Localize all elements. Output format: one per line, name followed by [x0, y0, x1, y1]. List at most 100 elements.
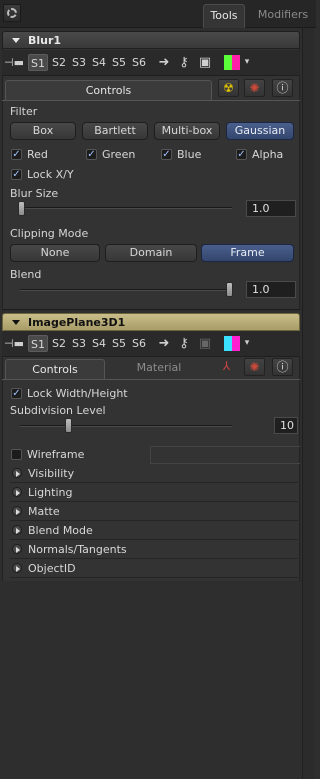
clipping-mode-label: Clipping Mode	[10, 227, 89, 240]
expand-arrow-icon	[12, 525, 22, 535]
slot-s1[interactable]: S1	[28, 335, 48, 352]
expand-arrow-icon	[12, 487, 22, 497]
alpha-checkbox[interactable]: ✓	[236, 149, 247, 160]
clipping-none-button[interactable]: None	[10, 244, 100, 262]
imageplane-panel-title: ImagePlane3D1	[28, 316, 126, 329]
group-visibility[interactable]: Visibility	[10, 465, 298, 483]
subdivision-slider[interactable]	[20, 425, 232, 427]
collapse-triangle-icon[interactable]	[12, 37, 20, 43]
imageplane-panel-header[interactable]: ImagePlane3D1	[2, 313, 300, 331]
tools-settings-icon[interactable]	[3, 4, 21, 22]
slot-s5[interactable]: S5	[110, 54, 128, 71]
group-objectid[interactable]: ObjectID	[10, 560, 298, 578]
lock-width-height-checkbox[interactable]: ✓	[11, 388, 22, 399]
slot-s4[interactable]: S4	[90, 335, 108, 352]
group-matte[interactable]: Matte	[10, 503, 298, 521]
chevron-down-icon[interactable]: ▾	[242, 335, 252, 352]
group-label: Blend Mode	[28, 524, 93, 537]
red-checkbox[interactable]: ✓	[11, 149, 22, 160]
right-scrollbar[interactable]	[302, 28, 314, 779]
blend-value[interactable]: 1.0	[246, 281, 296, 298]
pin-icon[interactable]: ⊣▬	[4, 338, 24, 349]
tab-tools[interactable]: Tools	[203, 4, 245, 28]
slot-s4[interactable]: S4	[90, 54, 108, 71]
lock-xy-label: Lock X/Y	[27, 168, 74, 181]
slot-s3[interactable]: S3	[70, 54, 88, 71]
arrow-right-icon[interactable]: ➜	[156, 54, 172, 71]
filter-multibox-button[interactable]: Multi-box	[154, 122, 220, 140]
clipping-frame-button[interactable]: Frame	[201, 244, 294, 262]
collapse-triangle-icon[interactable]	[12, 319, 20, 325]
key-icon[interactable]: ⚷	[176, 54, 192, 71]
blur-size-slider-thumb[interactable]	[18, 201, 25, 216]
wireframe-label: Wireframe	[27, 448, 85, 461]
subdivision-slider-thumb[interactable]	[65, 418, 72, 433]
tab-modifiers[interactable]: Modifiers	[252, 4, 314, 28]
green-checkbox[interactable]: ✓	[86, 149, 97, 160]
blur-panel-title: Blur1	[28, 34, 62, 47]
expand-arrow-icon	[12, 544, 22, 554]
panel-separator	[2, 309, 300, 310]
expand-arrow-icon	[12, 563, 22, 573]
tab-divider	[2, 100, 300, 101]
tab-controls[interactable]: Controls	[5, 359, 105, 379]
slot-s1[interactable]: S1	[28, 54, 48, 71]
tab-material[interactable]: Material	[110, 358, 208, 378]
group-blend-mode[interactable]: Blend Mode	[10, 522, 298, 540]
filter-gaussian-button[interactable]: Gaussian	[226, 122, 294, 140]
expand-arrow-icon	[12, 506, 22, 516]
subdivision-level-label: Subdivision Level	[10, 404, 106, 417]
key-icon[interactable]: ⚷	[176, 335, 192, 352]
transform-axis-icon[interactable]: ⅄	[216, 358, 237, 376]
save-icon[interactable]: ▣	[197, 335, 213, 352]
blur-panel-header[interactable]: Blur1	[2, 31, 300, 49]
slot-s5[interactable]: S5	[110, 335, 128, 352]
wireframe-frame	[150, 446, 300, 464]
color-swatch-icon[interactable]	[224, 55, 240, 70]
blend-slider-thumb[interactable]	[226, 282, 233, 297]
slot-s2[interactable]: S2	[50, 335, 68, 352]
gear-icon[interactable]: ✺	[244, 358, 265, 376]
expand-arrow-icon	[12, 468, 22, 478]
slot-s3[interactable]: S3	[70, 335, 88, 352]
arrow-right-icon[interactable]: ➜	[156, 335, 172, 352]
tab-controls[interactable]: Controls	[5, 80, 212, 100]
slot-s6[interactable]: S6	[130, 54, 148, 71]
blue-label: Blue	[177, 148, 202, 161]
filter-box-button[interactable]: Box	[10, 122, 76, 140]
filter-bartlett-button[interactable]: Bartlett	[82, 122, 148, 140]
info-icon[interactable]: ⓘ	[272, 358, 293, 376]
subdivision-value[interactable]: 10	[274, 417, 298, 434]
blend-slider[interactable]	[20, 289, 232, 291]
tab-divider	[2, 379, 300, 380]
save-icon[interactable]: ▣	[197, 54, 213, 71]
wireframe-checkbox[interactable]	[11, 449, 22, 460]
blur-size-value[interactable]: 1.0	[246, 200, 296, 217]
alpha-label: Alpha	[252, 148, 284, 161]
radiation-icon[interactable]: ☢	[218, 79, 239, 97]
filter-label: Filter	[10, 105, 38, 118]
clipping-domain-button[interactable]: Domain	[105, 244, 197, 262]
group-label: Normals/Tangents	[28, 543, 127, 556]
chevron-down-icon[interactable]: ▾	[242, 54, 252, 71]
blue-checkbox[interactable]: ✓	[161, 149, 172, 160]
info-icon[interactable]: ⓘ	[272, 79, 293, 97]
group-lighting[interactable]: Lighting	[10, 484, 298, 502]
group-label: ObjectID	[28, 562, 76, 575]
blur-size-slider[interactable]	[20, 207, 232, 209]
group-label: Lighting	[28, 486, 73, 499]
lock-width-height-label: Lock Width/Height	[27, 387, 128, 400]
pin-icon[interactable]: ⊣▬	[4, 57, 24, 68]
red-label: Red	[27, 148, 48, 161]
group-label: Matte	[28, 505, 60, 518]
slot-s2[interactable]: S2	[50, 54, 68, 71]
blur-size-label: Blur Size	[10, 187, 59, 200]
lock-xy-checkbox[interactable]: ✓	[11, 169, 22, 180]
slot-s6[interactable]: S6	[130, 335, 148, 352]
blend-label: Blend	[10, 268, 42, 281]
green-label: Green	[102, 148, 136, 161]
group-label: Visibility	[28, 467, 75, 480]
color-swatch-icon[interactable]	[224, 336, 240, 351]
group-normals-tangents[interactable]: Normals/Tangents	[10, 541, 298, 559]
gear-icon[interactable]: ✺	[244, 79, 265, 97]
